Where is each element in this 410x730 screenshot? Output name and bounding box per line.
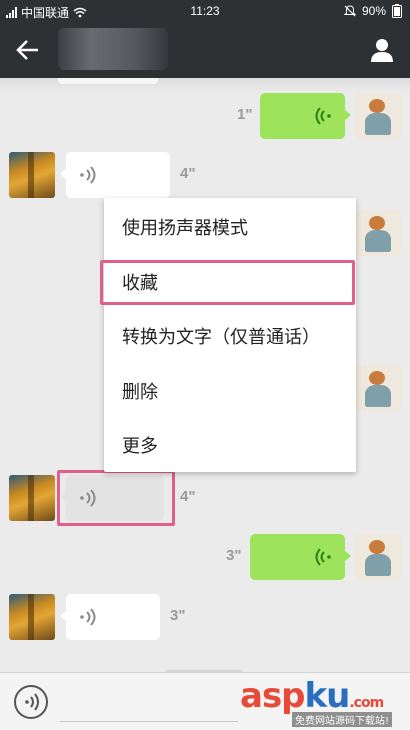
previous-message-blurred [0, 78, 410, 92]
voice-wave-icon [315, 107, 331, 125]
menu-item-speaker-mode[interactable]: 使用扬声器模式 [104, 200, 356, 254]
avatar-contact[interactable] [9, 475, 55, 521]
person-icon[interactable] [368, 36, 396, 64]
back-arrow-icon[interactable] [14, 36, 42, 64]
message-context-menu: 使用扬声器模式 收藏 转换为文字（仅普通话） 删除 更多 [104, 198, 356, 472]
voice-duration: 1" [237, 106, 253, 123]
avatar-self[interactable] [355, 365, 401, 411]
voice-wave-icon [25, 693, 39, 711]
message-input[interactable] [60, 721, 238, 722]
avatar-self[interactable] [355, 210, 401, 256]
voice-message-incoming[interactable] [60, 152, 170, 198]
battery-icon [392, 4, 402, 18]
avatar-self[interactable] [355, 534, 401, 580]
avatar-self[interactable] [355, 93, 401, 139]
menu-item-favorite[interactable]: 收藏 [104, 255, 356, 309]
chat-header [0, 22, 410, 78]
voice-message-outgoing[interactable] [260, 93, 351, 139]
voice-duration: 4" [180, 488, 196, 505]
voice-duration: 3" [226, 547, 242, 564]
menu-item-convert-to-text[interactable]: 转换为文字（仅普通话） [104, 309, 356, 363]
avatar-contact[interactable] [9, 152, 55, 198]
contact-name-blurred [58, 28, 168, 70]
watermark-tagline: 免费网站源码下载站! [292, 712, 393, 727]
voice-wave-icon [315, 548, 331, 566]
voice-input-button[interactable] [14, 685, 48, 719]
voice-message-incoming[interactable] [60, 594, 160, 640]
voice-wave-icon [80, 608, 96, 626]
voice-message-outgoing[interactable] [250, 534, 351, 580]
menu-item-delete[interactable]: 删除 [104, 364, 356, 418]
menu-item-more[interactable]: 更多 [104, 418, 356, 472]
voice-message-incoming-selected[interactable] [60, 475, 164, 521]
battery-percent: 90% [361, 4, 386, 18]
watermark-brand-blue: ku [304, 676, 351, 716]
voice-duration: 3" [170, 607, 186, 624]
avatar-contact[interactable] [9, 594, 55, 640]
status-bar: 中国联通 11:23 90% [0, 0, 410, 22]
watermark-logo: aspku.com 免费网站源码下载站! [240, 676, 405, 727]
watermark-brand-red: asp [240, 676, 306, 716]
mute-icon [343, 5, 356, 17]
voice-wave-icon [80, 489, 96, 507]
voice-duration: 4" [180, 165, 196, 182]
watermark-brand-tail: .com [349, 695, 384, 711]
voice-wave-icon [80, 166, 96, 184]
